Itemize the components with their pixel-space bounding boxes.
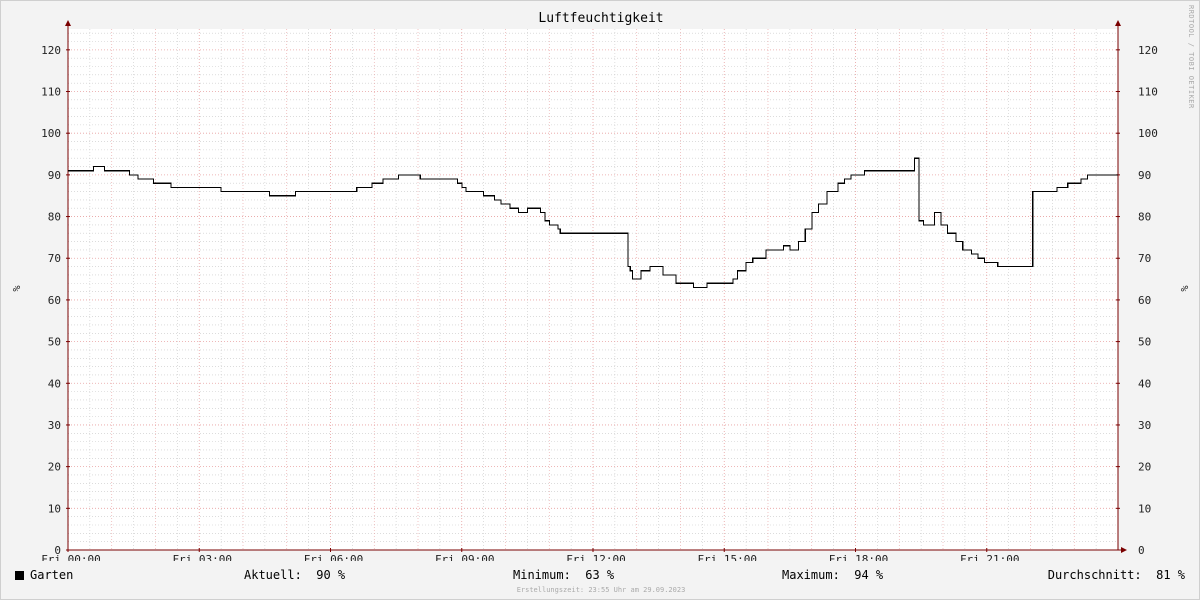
- y-tick-label-left: 10: [48, 502, 61, 515]
- y-tick-label-left: 80: [48, 211, 61, 224]
- y-tick-label-right: 70: [1138, 252, 1151, 265]
- y-axis-left-arrow: [65, 20, 71, 26]
- minimum-value: 63 %: [585, 568, 615, 582]
- x-tick-label: Fri 12:00: [566, 553, 626, 561]
- maximum-value: 94 %: [854, 568, 884, 582]
- y-tick-label-right: 0: [1138, 544, 1145, 557]
- y-tick-label-left: 50: [48, 336, 61, 349]
- y-axis-label-right: %: [1178, 285, 1189, 291]
- y-axis-right-arrow: [1115, 20, 1121, 26]
- legend-series: Garten: [15, 568, 73, 582]
- humidity-chart: 0 010 1020 2030 3040 4050 5060 6070 7080 8090 9010…: [10, 20, 1189, 561]
- x-tick-label: Fri 06:00: [304, 553, 364, 561]
- y-tick-label-right: 120: [1138, 44, 1158, 57]
- y-tick-label-left: 110: [41, 86, 61, 99]
- y-tick-label-right: 40: [1138, 377, 1151, 390]
- average-value: 81 %: [1156, 568, 1185, 582]
- x-tick-label: Fri 15:00: [697, 553, 757, 561]
- y-tick-label-left: 20: [48, 461, 61, 474]
- current-label: Aktuell:: [244, 568, 302, 582]
- y-tick-label-right: 100: [1138, 127, 1158, 140]
- legend-average: Durchschnitt: 81 %: [1048, 568, 1185, 582]
- y-tick-label-right: 10: [1138, 502, 1151, 515]
- current-value: 90 %: [316, 568, 346, 582]
- legend-series-name: Garten: [30, 568, 74, 582]
- x-tick-label: Fri 03:00: [172, 553, 232, 561]
- x-tick-label: Fri 18:00: [829, 553, 889, 561]
- y-tick-label-left: 100: [41, 127, 61, 140]
- x-axis-arrow: [1121, 547, 1127, 553]
- minimum-label: Minimum:: [513, 568, 571, 582]
- graph-window: Luftfeuchtigkeit RRDTOOL / TOBI OETIKER …: [0, 0, 1200, 600]
- legend-minimum: Minimum: 63 %: [513, 568, 614, 582]
- y-tick-label-left: 120: [41, 44, 61, 57]
- y-tick-label-right: 90: [1138, 169, 1151, 182]
- maximum-label: Maximum:: [782, 568, 840, 582]
- y-tick-label-left: 90: [48, 169, 61, 182]
- y-tick-label-right: 110: [1138, 86, 1158, 99]
- x-tick-label: Fri 21:00: [960, 553, 1020, 561]
- y-tick-label-left: 30: [48, 419, 61, 432]
- y-tick-label-left: 40: [48, 377, 61, 390]
- y-tick-label-left: 60: [48, 294, 61, 307]
- creation-time: Erstellungszeit: 23:55 Uhr am 29.09.2023: [516, 586, 686, 594]
- x-tick-label: Fri 00:00: [41, 553, 101, 561]
- y-tick-label-right: 30: [1138, 419, 1151, 432]
- y-tick-label-right: 20: [1138, 461, 1151, 474]
- legend-current: Aktuell: 90 %: [244, 568, 345, 582]
- y-tick-label-right: 50: [1138, 336, 1151, 349]
- y-tick-label-right: 80: [1138, 211, 1151, 224]
- y-tick-label-right: 60: [1138, 294, 1151, 307]
- average-label: Durchschnitt:: [1047, 568, 1142, 582]
- legend-maximum: Maximum: 94 %: [782, 568, 883, 582]
- legend: Garten Aktuell: 90 % Minimum: 63 % Maxim…: [15, 568, 1187, 584]
- legend-swatch: [15, 571, 24, 580]
- y-axis-label-left: %: [10, 285, 21, 291]
- x-tick-label: Fri 09:00: [435, 553, 495, 561]
- y-tick-label-left: 70: [48, 252, 61, 265]
